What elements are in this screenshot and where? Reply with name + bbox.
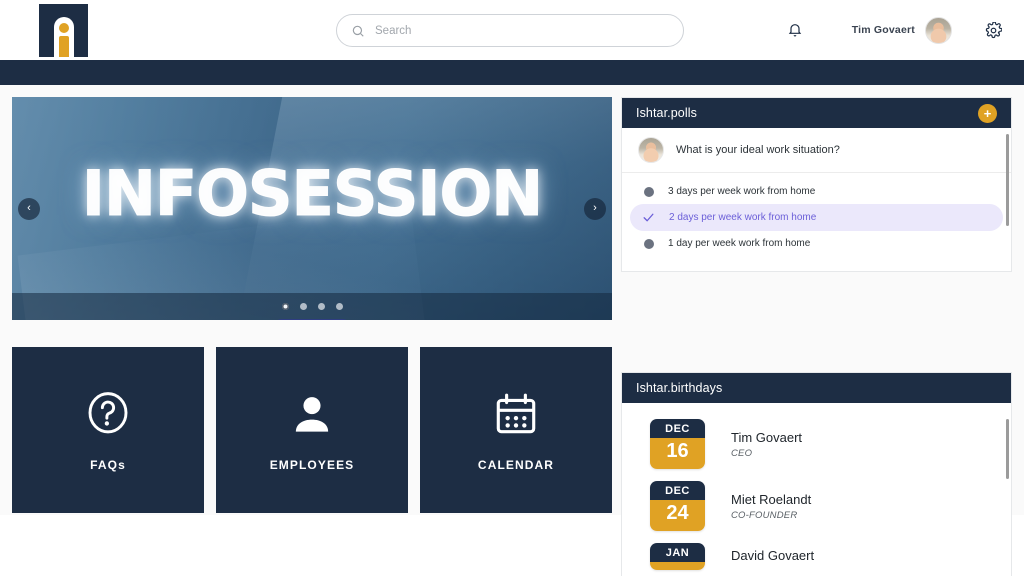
app-root: Tim Govaert INFOSESSION SIGN ME IN ‹ › (0, 0, 1024, 576)
search-icon (352, 25, 364, 37)
carousel-prev-button[interactable]: ‹ (18, 197, 40, 220)
hero-carousel[interactable]: INFOSESSION SIGN ME IN ‹ › (12, 97, 612, 320)
birthday-list: DEC 16 Tim Govaert CEO DEC 24 Miet Roela… (622, 403, 1011, 576)
birthdays-panel-header: Ishtar.birthdays (622, 373, 1011, 403)
logo-dot-shape (58, 23, 69, 33)
poll-options-list: 3 days per week work from home 2 days pe… (622, 173, 1011, 260)
birthdays-scrollbar[interactable] (1006, 419, 1009, 479)
logo-stem-shape (58, 36, 69, 57)
add-poll-button[interactable]: + (978, 103, 997, 123)
birthdays-panel-title: Ishtar.birthdays (636, 381, 723, 395)
carousel-dot-4[interactable] (335, 303, 343, 310)
polls-panel: Ishtar.polls + What is your ideal work s… (621, 97, 1012, 272)
polls-scrollbar[interactable] (1006, 134, 1009, 226)
carousel-next-button[interactable]: › (584, 197, 606, 220)
app-logo[interactable] (39, 4, 88, 57)
carousel-dots (12, 293, 612, 320)
date-day: 24 (650, 500, 705, 531)
poll-option-label: 2 days per week work from home (669, 212, 817, 223)
poll-option-label: 1 day per week work from home (668, 238, 811, 249)
quick-link-faqs[interactable]: FAQs (12, 347, 204, 513)
settings-button[interactable] (978, 15, 1008, 45)
header-actions: Tim Govaert (780, 0, 1008, 60)
poll-option[interactable]: 3 days per week work from home (630, 179, 1003, 204)
poll-option-selected[interactable]: 2 days per week work from home (630, 204, 1003, 231)
birthday-person: Miet Roelandt CO-FOUNDER (731, 492, 811, 521)
carousel-dot-1[interactable] (281, 303, 289, 310)
radio-bullet-icon (644, 186, 654, 197)
person-icon (285, 388, 339, 442)
birthday-row[interactable]: DEC 24 Miet Roelandt CO-FOUNDER (622, 475, 1011, 537)
gear-icon (985, 21, 1002, 38)
date-month: DEC (650, 419, 705, 438)
birthday-name: David Govaert (731, 547, 815, 563)
poll-author-avatar (638, 137, 664, 163)
bell-icon (788, 24, 801, 37)
poll-option-label: 3 days per week work from home (668, 186, 816, 197)
birthday-row[interactable]: JAN David Govaert (622, 537, 1011, 576)
polls-panel-title: Ishtar.polls (636, 106, 697, 120)
poll-question-text: What is your ideal work situation? (676, 144, 840, 156)
date-badge: DEC 16 (650, 419, 705, 469)
birthday-person: David Govaert (731, 548, 814, 566)
avatar[interactable] (925, 16, 952, 44)
date-badge: JAN (650, 543, 705, 570)
birthday-role: CO-FOUNDER (731, 509, 798, 521)
quick-link-label: FAQs (90, 458, 126, 472)
birthday-name: Miet Roelandt (731, 491, 812, 507)
date-badge: DEC 24 (650, 481, 705, 531)
check-icon (643, 213, 654, 222)
date-month: JAN (650, 543, 705, 562)
hero-title: INFOSESSION (81, 157, 543, 230)
birthday-role: CEO (731, 447, 753, 459)
search-input[interactable] (375, 24, 669, 37)
top-header: Tim Govaert (0, 0, 1024, 60)
question-mark-circle-icon (81, 388, 135, 442)
birthday-row[interactable]: DEC 16 Tim Govaert CEO (622, 413, 1011, 475)
quick-link-label: EMPLOYEES (269, 458, 355, 472)
polls-panel-header: Ishtar.polls + (622, 98, 1011, 128)
radio-bullet-icon (644, 238, 654, 249)
carousel-dot-3[interactable] (317, 303, 325, 310)
date-day (650, 562, 705, 570)
quick-link-label: CALENDAR (477, 458, 555, 472)
quick-link-cards: FAQs EMPLOYEES CALENDAR (12, 347, 612, 513)
quick-link-calendar[interactable]: CALENDAR (420, 347, 612, 513)
birthday-person: Tim Govaert CEO (731, 430, 802, 459)
page-content: INFOSESSION SIGN ME IN ‹ › (0, 85, 1024, 576)
quick-link-employees[interactable]: EMPLOYEES (216, 347, 408, 513)
date-day: 16 (650, 438, 705, 469)
date-month: DEC (650, 481, 705, 500)
main-navbar[interactable] (0, 60, 1024, 85)
poll-option[interactable]: 1 day per week work from home (630, 231, 1003, 256)
calendar-icon (489, 388, 543, 442)
user-name-label: Tim Govaert (851, 24, 915, 36)
logo-icon (39, 4, 88, 57)
notifications-button[interactable] (780, 15, 810, 45)
poll-question-row: What is your ideal work situation? (622, 128, 1011, 173)
carousel-dot-2[interactable] (299, 303, 307, 310)
search-bar[interactable] (336, 14, 684, 47)
birthday-name: Tim Govaert (731, 429, 803, 445)
birthdays-panel: Ishtar.birthdays DEC 16 Tim Govaert CEO … (621, 372, 1012, 576)
